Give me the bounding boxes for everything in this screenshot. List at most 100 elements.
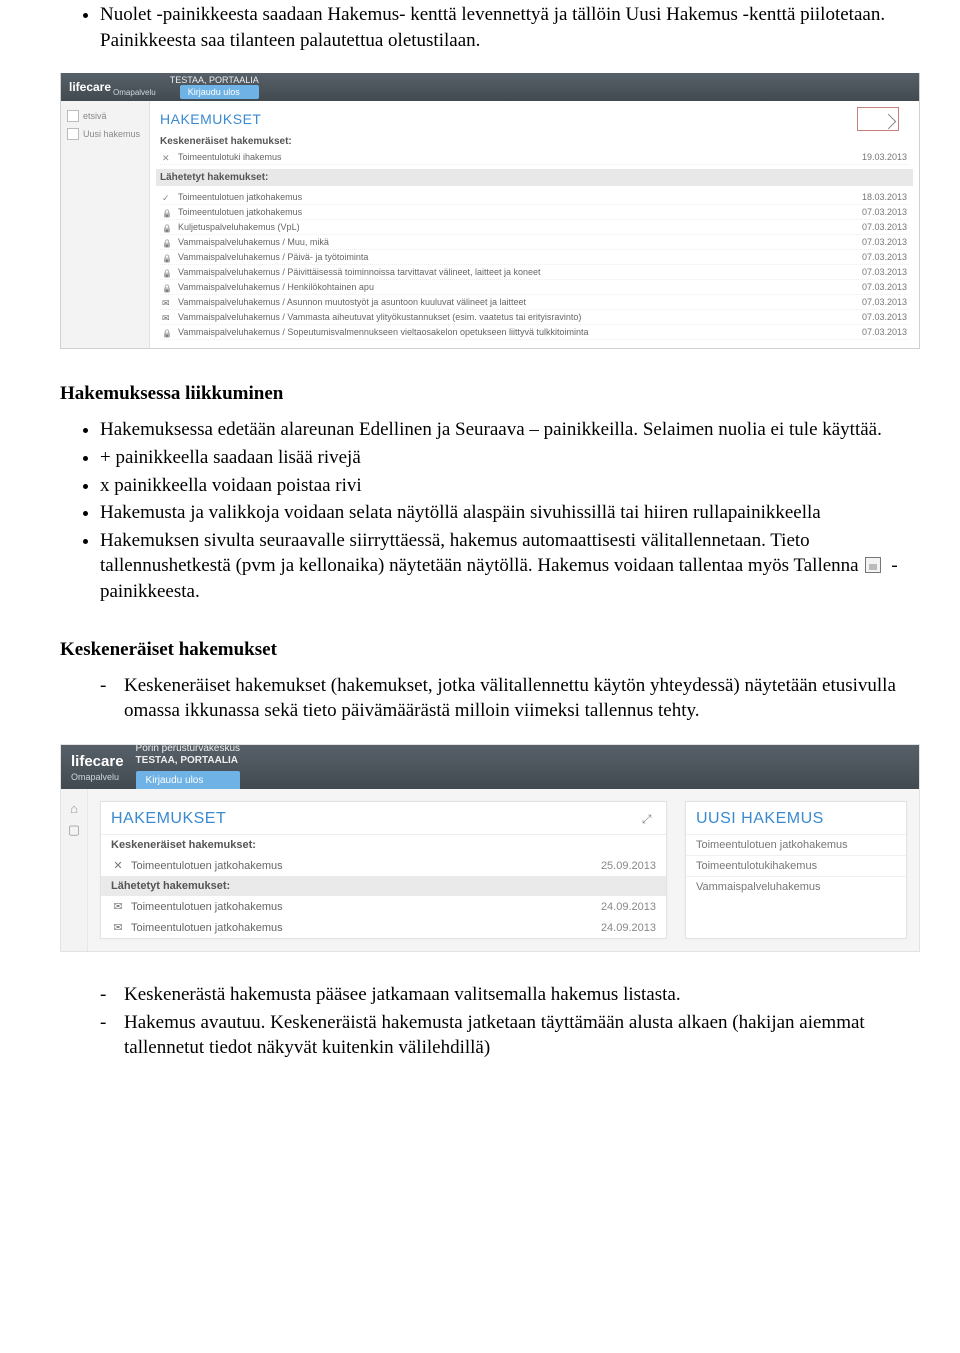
row-status-icon: [162, 208, 172, 216]
row-date: 07.03.2013: [847, 222, 907, 232]
list-row[interactable]: Toimeentulotuen jatkohakemus07.03.2013: [160, 205, 909, 220]
dash-item: Keskenerästä hakemusta pääsee jatkamaan …: [100, 982, 920, 1008]
row-text: Vammaispalveluhakemus / Vammasta aiheutu…: [178, 312, 847, 322]
list-row[interactable]: ✉ Toimeentulotuen jatkohakemus24.09.2013: [101, 896, 666, 917]
doc-icon[interactable]: ▢: [61, 822, 87, 838]
side-link[interactable]: Toimeentulotuen jatkohakemus: [686, 834, 906, 855]
row-status-icon: [162, 153, 172, 161]
row-text: Vammaispalveluhakemus / Muu, mikä: [178, 237, 847, 247]
expand-icon[interactable]: ⤢: [642, 812, 652, 827]
row-text: Toimeentulotuen jatkohakemus: [178, 192, 847, 202]
expand-collapse-button[interactable]: [857, 107, 899, 131]
row-text: Vammaispalveluhakemus / Sopeutumisvalmen…: [178, 327, 847, 337]
left-sidebar-icons: ⌂ ▢: [61, 789, 88, 951]
panel-title: HAKEMUKSET ⤢: [111, 810, 656, 828]
dash-item: Hakemus avautuu. Keskeneräistä hakemusta…: [100, 1010, 920, 1061]
list-row[interactable]: Toimeentulotuki ihakemus19.03.2013: [160, 150, 909, 165]
row-date: 07.03.2013: [847, 312, 907, 322]
list-row[interactable]: Vammaispalveluhakemus / Asunnon muutosty…: [160, 295, 909, 310]
side-panel-title: UUSI HAKEMUS: [696, 810, 896, 828]
sidebar-item-new[interactable]: Uusi hakemus: [65, 125, 145, 143]
org-block: Porin perusturvakeskus TESTAA, PORTAALIA…: [136, 743, 241, 791]
bullet-item: Hakemuksessa edetään alareunan Edellinen…: [100, 417, 920, 443]
brand-subtitle: Omapalvelu: [71, 772, 124, 782]
screenshot-hakemukset-wide: lifecare Omapalvelu TESTAA, PORTAALIA Ki…: [60, 73, 920, 349]
list-row[interactable]: Vammaispalveluhakemus / Päivä- ja työtoi…: [160, 250, 909, 265]
panel-title: HAKEMUKSET: [160, 111, 909, 127]
brand-subtitle: Omapalvelu: [113, 88, 156, 97]
screenshot-hakemukset-split: lifecare Omapalvelu Porin perusturvakesk…: [60, 744, 920, 952]
sidebar-item-label: etsivä: [83, 111, 107, 121]
row-status-icon: [162, 268, 172, 276]
app-topbar: lifecare Omapalvelu Porin perusturvakesk…: [61, 745, 919, 789]
row-text: Toimeentulotuen jatkohakemus: [131, 901, 601, 913]
row-text: Toimeentulotuki ihakemus: [178, 152, 847, 162]
unfinished-heading: Keskeneräiset hakemukset:: [101, 834, 666, 855]
list-row[interactable]: Vammaispalveluhakemus / Päivittäisessä t…: [160, 265, 909, 280]
row-status-icon: [162, 283, 172, 291]
row-date: 07.03.2013: [847, 327, 907, 337]
home-icon: [67, 110, 79, 122]
list-row[interactable]: Vammaispalveluhakemus / Muu, mikä07.03.2…: [160, 235, 909, 250]
row-text: Vammaispalveluhakemus / Päivittäisessä t…: [178, 267, 847, 277]
row-date: 07.03.2013: [847, 297, 907, 307]
save-icon: [865, 557, 881, 573]
bullet-item: Hakemusta ja valikkoja voidaan selata nä…: [100, 500, 920, 526]
sidebar-item-label: Uusi hakemus: [83, 129, 140, 139]
row-text: Toimeentulotuen jatkohakemus: [131, 922, 601, 934]
row-status-icon: [162, 223, 172, 231]
row-status-icon: ✉: [111, 900, 125, 913]
list-row[interactable]: Vammaispalveluhakemus / Vammasta aiheutu…: [160, 310, 909, 325]
bullet-item: x painikkeella voidaan poistaa rivi: [100, 473, 920, 499]
left-sidebar: etsivä Uusi hakemus: [61, 101, 150, 348]
user-name-chip: TESTAA, PORTAALIA: [170, 75, 259, 85]
side-link[interactable]: Toimeentulotukihakemus: [686, 855, 906, 876]
org-name: Porin perusturvakeskus: [136, 743, 241, 755]
doc-icon: [67, 128, 79, 140]
app-topbar: lifecare Omapalvelu TESTAA, PORTAALIA Ki…: [61, 73, 919, 101]
bullet-item: Hakemuksen sivulta seuraavalle siirryttä…: [100, 528, 920, 605]
list-row[interactable]: Vammaispalveluhakemus / Sopeutumisvalmen…: [160, 325, 909, 340]
unfinished-dash-list: Keskeneräiset hakemukset (hakemukset, jo…: [60, 673, 920, 724]
logout-button[interactable]: Kirjaudu ulos: [136, 771, 241, 791]
row-date: 07.03.2013: [847, 267, 907, 277]
row-status-icon: [162, 193, 172, 201]
uusi-hakemus-card: UUSI HAKEMUS Toimeentulotuen jatkohakemu…: [685, 801, 907, 939]
sidebar-item-home[interactable]: etsivä: [65, 107, 145, 125]
side-link[interactable]: Vammaispalveluhakemus: [686, 876, 906, 897]
logout-button[interactable]: Kirjaudu ulos: [180, 85, 259, 99]
intro-bullet-list: Nuolet -painikkeesta saadaan Hakemus- ke…: [60, 2, 920, 53]
row-date: 24.09.2013: [601, 901, 656, 913]
brand-logo: lifecare: [69, 80, 111, 94]
main-panel: HAKEMUKSET Keskeneräiset hakemukset: Toi…: [150, 101, 919, 348]
section-title-unfinished: Keskeneräiset hakemukset: [60, 639, 920, 661]
list-row[interactable]: ✉ Toimeentulotuen jatkohakemus24.09.2013: [101, 917, 666, 938]
row-text: Vammaispalveluhakemus / Asunnon muutosty…: [178, 297, 847, 307]
row-text: Kuljetuspalveluhakemus (VpL): [178, 222, 847, 232]
list-row[interactable]: ✕Toimeentulotuen jatkohakemus25.09.2013: [101, 855, 666, 876]
row-date: 24.09.2013: [601, 922, 656, 934]
sent-heading: Lähetetyt hakemukset:: [156, 169, 913, 186]
hakemukset-card: HAKEMUKSET ⤢ Keskeneräiset hakemukset: ✕…: [100, 801, 667, 939]
user-name: TESTAA, PORTAALIA: [136, 755, 241, 767]
navigation-bullet-list: Hakemuksessa edetään alareunan Edellinen…: [60, 417, 920, 604]
row-status-icon: ✉: [111, 921, 125, 934]
dash-item: Keskeneräiset hakemukset (hakemukset, jo…: [100, 673, 920, 724]
row-date: 18.03.2013: [847, 192, 907, 202]
list-row[interactable]: Toimeentulotuen jatkohakemus18.03.2013: [160, 190, 909, 205]
list-row[interactable]: Kuljetuspalveluhakemus (VpL)07.03.2013: [160, 220, 909, 235]
bullet-item: + painikkeella saadaan lisää rivejä: [100, 445, 920, 471]
unfinished-heading: Keskeneräiset hakemukset:: [160, 133, 909, 150]
row-text: Toimeentulotuen jatkohakemus: [131, 860, 601, 872]
home-icon[interactable]: ⌂: [61, 801, 87, 816]
row-status-icon: [162, 238, 172, 246]
section-title-navigation: Hakemuksessa liikkuminen: [60, 383, 920, 405]
row-date: 19.03.2013: [847, 152, 907, 162]
row-status-icon: [162, 328, 172, 336]
row-date: 07.03.2013: [847, 282, 907, 292]
continue-dash-list: Keskenerästä hakemusta pääsee jatkamaan …: [60, 982, 920, 1061]
row-status-icon: [162, 313, 172, 321]
list-row[interactable]: Vammaispalveluhakemus / Henkilökohtainen…: [160, 280, 909, 295]
row-text: Toimeentulotuen jatkohakemus: [178, 207, 847, 217]
intro-bullet: Nuolet -painikkeesta saadaan Hakemus- ke…: [100, 2, 920, 53]
